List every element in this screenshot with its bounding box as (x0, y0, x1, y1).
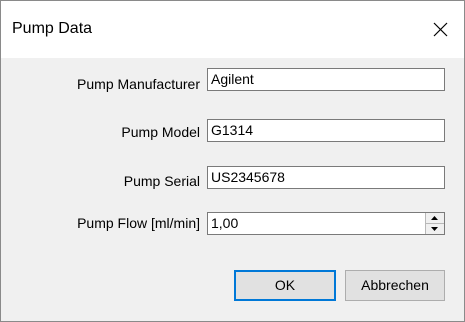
spin-down-button[interactable] (426, 224, 444, 234)
pump-model-label: Pump Model (121, 124, 200, 140)
arrow-down-icon (431, 227, 438, 231)
pump-manufacturer-value: Agilent (211, 71, 254, 87)
pump-flow-label: Pump Flow [ml/min] (77, 215, 200, 231)
spin-up-button[interactable] (426, 213, 444, 224)
pump-flow-value: 1,00 (211, 215, 239, 231)
pump-serial-label: Pump Serial (123, 173, 200, 189)
ok-button[interactable]: OK (234, 270, 336, 301)
title-bar: Pump Data (1, 1, 464, 58)
pump-serial-value: US2345678 (211, 169, 285, 185)
pump-serial-input[interactable]: US2345678 (207, 166, 445, 189)
pump-model-input[interactable]: G1314 (207, 119, 445, 142)
pump-flow-stepper[interactable]: 1,00 (207, 212, 445, 235)
arrow-up-icon (431, 216, 438, 220)
close-icon (433, 22, 448, 37)
dialog-title: Pump Data (12, 20, 93, 37)
close-button[interactable] (418, 1, 464, 58)
pump-data-dialog: Pump Data Pump Manufacturer Agilent Pump… (0, 0, 465, 322)
pump-flow-spin-buttons (425, 213, 444, 234)
pump-model-value: G1314 (211, 122, 254, 138)
cancel-button[interactable]: Abbrechen (345, 270, 445, 301)
pump-manufacturer-input[interactable]: Agilent (207, 68, 445, 91)
pump-manufacturer-label: Pump Manufacturer (77, 76, 200, 92)
